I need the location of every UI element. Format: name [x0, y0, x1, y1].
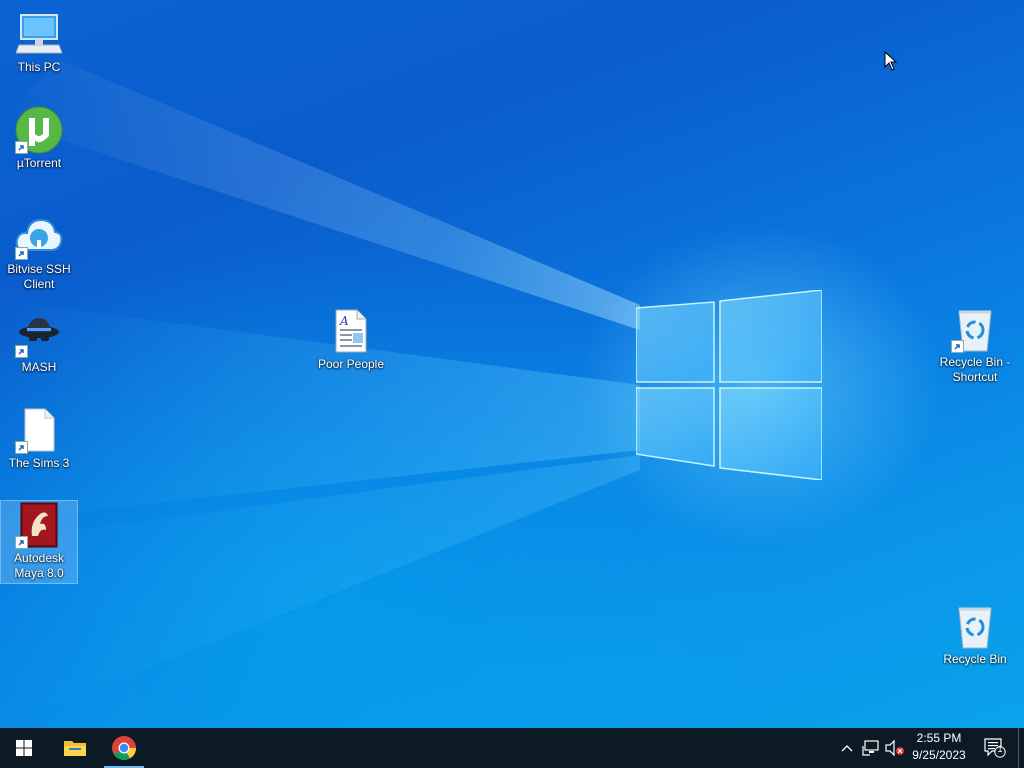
network-icon	[862, 740, 879, 756]
recycle-bin-icon	[951, 602, 999, 650]
desktop-icon-label: µTorrent	[16, 156, 62, 170]
computer-icon	[15, 10, 63, 58]
desktop-icon-bitvise-ssh-client[interactable]: Bitvise SSH Client	[1, 212, 77, 292]
taskbar: 2:55 PM 9/25/2023 1	[0, 728, 1024, 768]
desktop-icon-label: Bitvise SSH Client	[7, 262, 71, 291]
clock-time: 2:55 PM	[916, 731, 962, 745]
action-center-button[interactable]: 1	[980, 728, 1010, 768]
recycle-bin-icon	[951, 305, 999, 353]
shortcut-arrow-icon	[951, 340, 964, 353]
desktop-icon-poor-people[interactable]: A Poor People	[313, 307, 389, 372]
show-hidden-icons-button[interactable]	[838, 728, 856, 768]
utorrent-icon	[15, 106, 63, 154]
taskbar-file-explorer[interactable]	[51, 728, 99, 768]
desktop-icon-label: Autodesk Maya 8.0	[13, 551, 65, 580]
desktop-icon-autodesk-maya[interactable]: Autodesk Maya 8.0	[0, 500, 78, 584]
shortcut-arrow-icon	[15, 345, 28, 358]
desktop[interactable]: This PC µTorrent Bitvise SSH Client MASH…	[0, 0, 1024, 728]
taskbar-clock[interactable]: 2:55 PM 9/25/2023	[900, 730, 978, 766]
maya-icon	[15, 501, 63, 549]
network-tray-button[interactable]	[860, 728, 882, 768]
desktop-icon-this-pc[interactable]: This PC	[1, 10, 77, 75]
clock-date: 9/25/2023	[912, 748, 966, 762]
desktop-icon-label: This PC	[17, 60, 61, 74]
mouse-cursor-icon	[884, 51, 898, 71]
shortcut-arrow-icon	[15, 441, 28, 454]
wallpaper-light-beams	[0, 60, 640, 728]
windows-logo-wallpaper	[636, 290, 822, 480]
desktop-icon-recycle-bin-shortcut[interactable]: Recycle Bin - Shortcut	[937, 305, 1013, 385]
desktop-icon-label: Poor People	[317, 357, 385, 371]
desktop-icon-utorrent[interactable]: µTorrent	[1, 106, 77, 171]
desktop-icon-label: Recycle Bin - Shortcut	[939, 355, 1011, 384]
notification-count-badge: 1	[997, 744, 1003, 754]
desktop-icon-the-sims-3[interactable]: The Sims 3	[1, 406, 77, 471]
document-icon: A	[327, 307, 375, 355]
taskbar-google-chrome[interactable]	[100, 728, 148, 768]
start-button[interactable]	[0, 728, 48, 768]
windows-start-icon	[16, 740, 32, 756]
folder-icon	[64, 741, 86, 756]
chevron-up-icon	[841, 745, 853, 752]
shortcut-arrow-icon	[15, 536, 28, 549]
desktop-icon-label: Recycle Bin	[943, 652, 1007, 666]
svg-text:A: A	[339, 314, 349, 328]
shortcut-arrow-icon	[15, 247, 28, 260]
shortcut-arrow-icon	[15, 141, 28, 154]
desktop-icon-label: The Sims 3	[8, 456, 70, 470]
show-desktop-button[interactable]	[1018, 728, 1024, 768]
mash-icon	[15, 310, 63, 358]
bitvise-icon	[15, 212, 63, 260]
desktop-icon-mash[interactable]: MASH	[1, 310, 77, 375]
chrome-icon	[112, 736, 136, 761]
blank-file-icon	[15, 406, 63, 454]
desktop-icon-recycle-bin[interactable]: Recycle Bin	[937, 602, 1013, 667]
desktop-icon-label: MASH	[21, 360, 57, 374]
